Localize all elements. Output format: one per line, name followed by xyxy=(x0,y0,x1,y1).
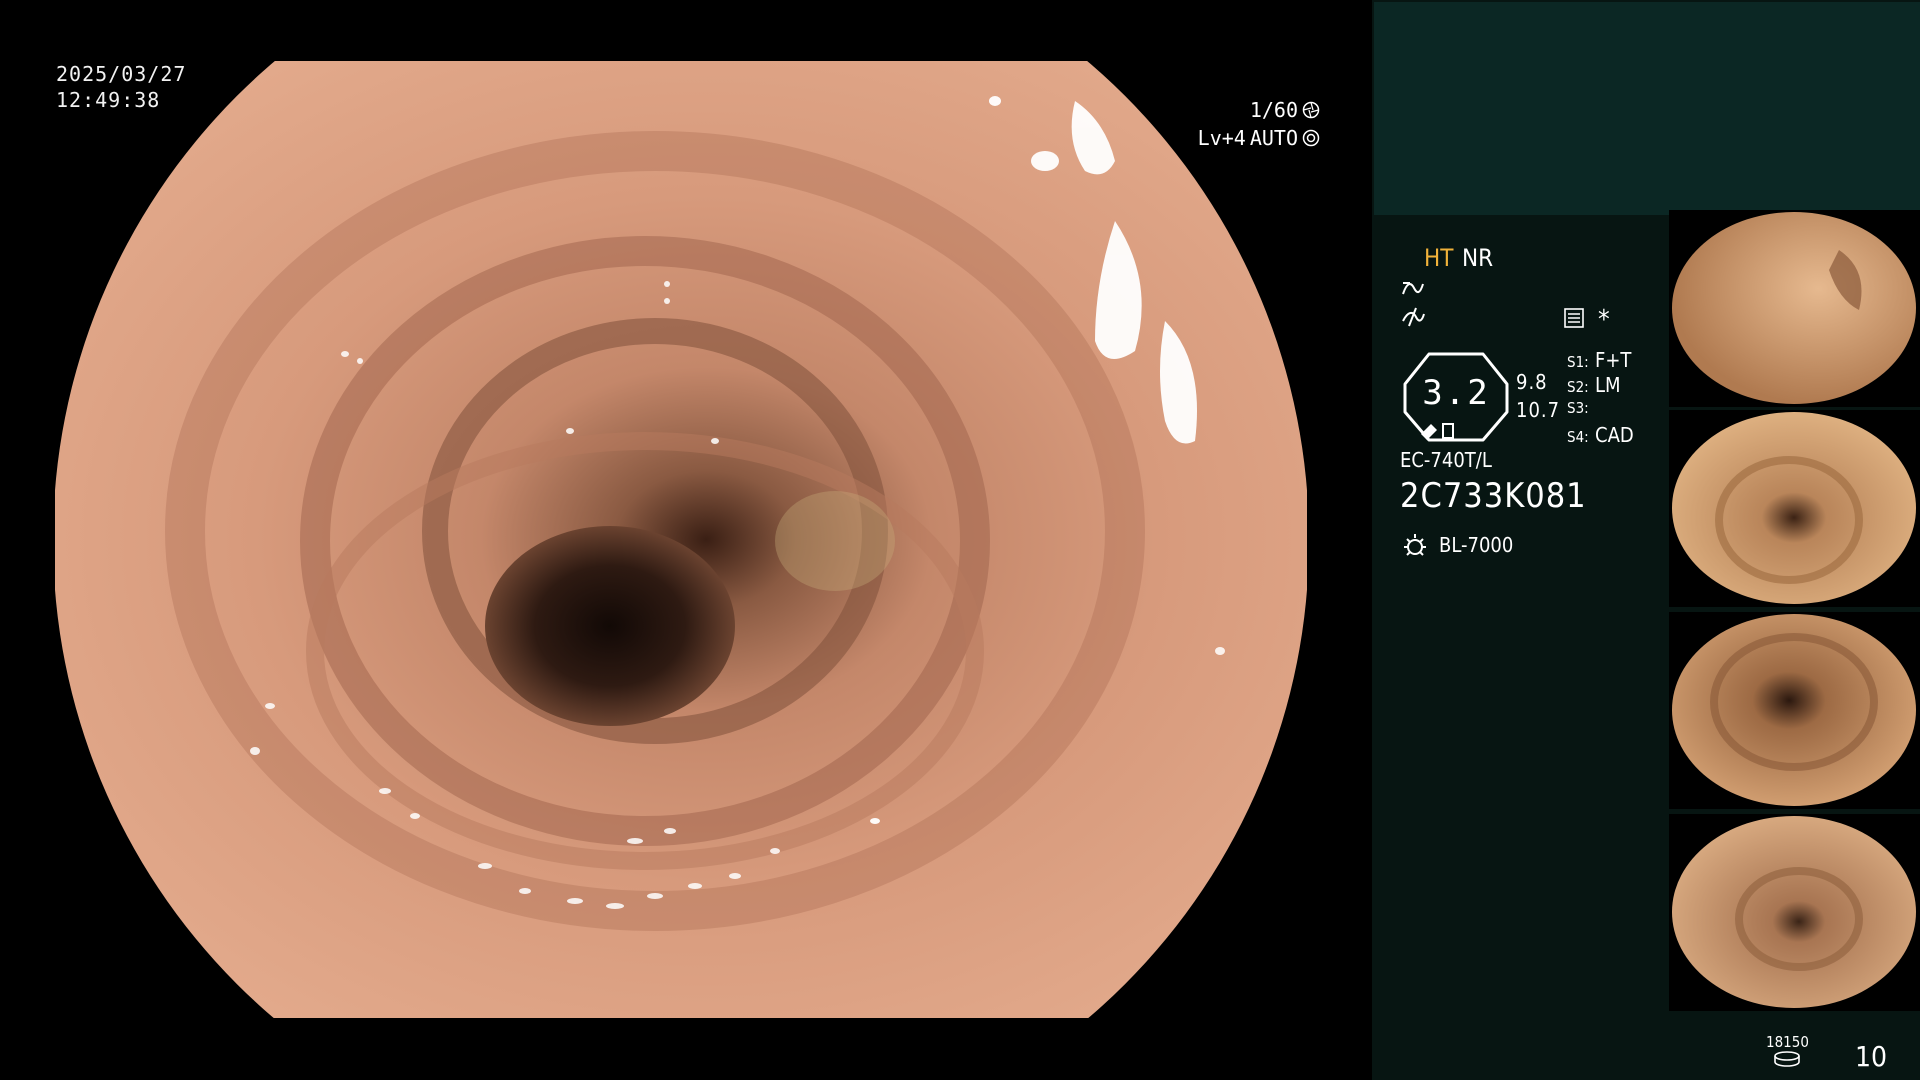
switch-s2: S2: LM xyxy=(1567,373,1621,397)
level-value: Lv+4 xyxy=(1197,126,1246,150)
menu-icon xyxy=(1564,308,1584,328)
panel-header-area xyxy=(1374,2,1920,215)
noise-icon xyxy=(1402,307,1425,327)
image-counter: 10 xyxy=(1855,1040,1888,1073)
time-stamp: 12:49:38 xyxy=(56,88,161,112)
switch-key: S4: xyxy=(1567,428,1589,446)
storage-icon xyxy=(1774,1051,1800,1067)
gauge-sub-value-2: 10.7 xyxy=(1516,398,1561,422)
thumbnail-3[interactable] xyxy=(1669,612,1920,809)
switch-s1: S1: F+T xyxy=(1567,348,1631,372)
iris-mode: AUTO xyxy=(1249,126,1298,150)
gauge-sub-value-1: 9.8 xyxy=(1516,370,1548,394)
switch-key: S2: xyxy=(1567,378,1589,396)
thumbnail-2[interactable] xyxy=(1669,410,1920,607)
scope-serial: 2C733K081 xyxy=(1400,476,1587,516)
camera-settings: 1/60 Lv+4 AUTO xyxy=(1180,98,1320,158)
thumbnail-1[interactable] xyxy=(1669,210,1920,407)
thumbnail-4[interactable] xyxy=(1669,814,1920,1011)
switch-value: LM xyxy=(1595,373,1621,397)
shutter-readout: 1/60 xyxy=(1250,98,1320,122)
shutter-aperture-icon xyxy=(1302,101,1320,119)
date-stamp: 2025/03/27 xyxy=(56,62,187,86)
switch-key: S1: xyxy=(1567,353,1589,371)
endoscope-viewport: 2025/03/27 12:49:38 1/60 Lv+4 AUTO xyxy=(0,0,1372,1080)
endoscopic-image xyxy=(55,61,1307,1018)
auto-iris-icon xyxy=(1302,129,1320,147)
switch-value: CAD xyxy=(1595,423,1634,447)
enhance-curve-icon xyxy=(1402,282,1424,295)
asterisk-indicator: * xyxy=(1598,305,1610,335)
lamp-icon xyxy=(1404,534,1426,556)
iris-readout: Lv+4 AUTO xyxy=(1198,126,1320,150)
gauge-value: 3.2 xyxy=(1422,373,1490,413)
switch-key: S3: xyxy=(1567,399,1589,417)
image-counter-small: 18150 xyxy=(1766,1033,1809,1051)
switch-s3: S3: xyxy=(1567,399,1595,417)
nr-indicator: NR xyxy=(1462,244,1494,272)
scope-model: EC-740T/L xyxy=(1400,448,1492,472)
switch-s4: S4: CAD xyxy=(1567,423,1634,447)
light-source: BL-7000 xyxy=(1439,533,1514,557)
shutter-value: 1/60 xyxy=(1249,98,1298,122)
ht-indicator: HT xyxy=(1424,244,1454,272)
switch-value: F+T xyxy=(1595,348,1632,372)
